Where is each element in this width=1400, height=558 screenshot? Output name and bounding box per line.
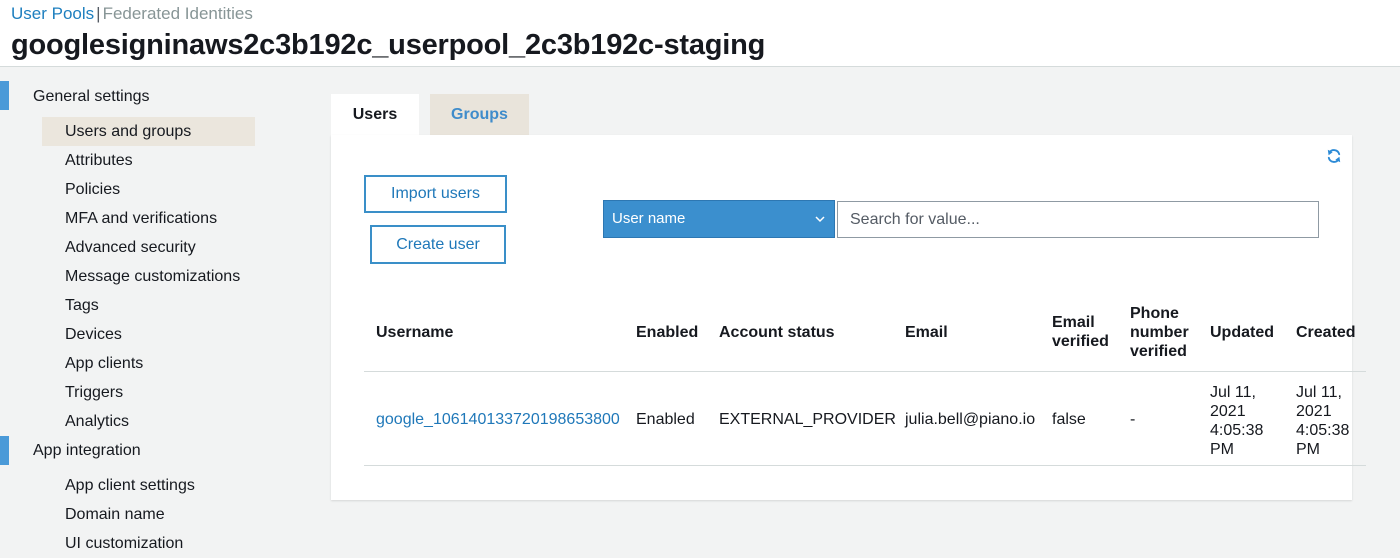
email-cell: julia.bell@piano.io: [905, 411, 1036, 428]
account-status-cell: EXTERNAL_PROVIDER: [719, 411, 896, 428]
column-header-updated[interactable]: Updated: [1210, 323, 1274, 342]
section-marker-app-integration: [0, 436, 9, 465]
breadcrumb-federated-identities[interactable]: Federated Identities: [103, 4, 253, 23]
phone-verified-cell: -: [1130, 411, 1136, 428]
create-user-button[interactable]: Create user: [370, 225, 506, 264]
sidebar-item-mfa-and-verifications[interactable]: MFA and verifications: [42, 204, 255, 233]
section-marker-general-settings: [0, 81, 9, 110]
filter-attribute-select[interactable]: User name: [603, 200, 835, 238]
import-users-button[interactable]: Import users: [364, 175, 507, 213]
sidebar-item-tags[interactable]: Tags: [42, 291, 255, 320]
table-header-divider: [364, 371, 1366, 372]
sidebar-item-analytics[interactable]: Analytics: [42, 407, 255, 436]
sidebar-item-app-clients[interactable]: App clients: [42, 349, 255, 378]
breadcrumb: User Pools | Federated Identities: [11, 4, 253, 24]
sidebar: General settings Users and groups Attrib…: [0, 66, 300, 552]
breadcrumb-user-pools[interactable]: User Pools: [11, 4, 94, 23]
sidebar-item-advanced-security[interactable]: Advanced security: [42, 233, 255, 262]
page-title: googlesigninaws2c3b192c_userpool_2c3b192…: [11, 29, 766, 61]
sidebar-item-devices[interactable]: Devices: [42, 320, 255, 349]
column-header-created[interactable]: Created: [1296, 323, 1356, 342]
created-cell: Jul 11, 2021 4:05:38 PM: [1296, 384, 1350, 458]
sidebar-item-message-customizations[interactable]: Message customizations: [42, 262, 255, 291]
sidebar-heading-app-integration[interactable]: App integration: [33, 442, 141, 460]
sidebar-item-users-and-groups[interactable]: Users and groups: [42, 117, 255, 146]
column-header-username[interactable]: Username: [376, 323, 453, 342]
tab-groups[interactable]: Groups: [430, 94, 529, 135]
column-header-email-verified[interactable]: Email verified: [1052, 313, 1118, 351]
sidebar-item-app-client-settings[interactable]: App client settings: [42, 471, 255, 500]
column-header-enabled[interactable]: Enabled: [636, 323, 698, 342]
sidebar-item-policies[interactable]: Policies: [42, 175, 255, 204]
column-header-account-status[interactable]: Account status: [719, 323, 835, 342]
column-header-phone-number-verified[interactable]: Phone number verified: [1130, 304, 1196, 361]
username-link[interactable]: google_106140133720198653800: [376, 410, 620, 429]
sidebar-item-domain-name[interactable]: Domain name: [42, 500, 255, 529]
table-row-divider: [364, 465, 1366, 466]
email-verified-cell: false: [1052, 411, 1086, 428]
chevron-down-icon: [815, 216, 825, 223]
sidebar-item-triggers[interactable]: Triggers: [42, 378, 255, 407]
enabled-cell: Enabled: [636, 411, 695, 428]
updated-cell: Jul 11, 2021 4:05:38 PM: [1210, 384, 1264, 458]
column-header-email[interactable]: Email: [905, 323, 948, 342]
refresh-icon[interactable]: [1326, 148, 1342, 164]
sidebar-item-attributes[interactable]: Attributes: [42, 146, 255, 175]
search-input[interactable]: [837, 201, 1319, 238]
breadcrumb-separator: |: [96, 4, 101, 23]
sidebar-item-ui-customization[interactable]: UI customization: [42, 529, 255, 558]
page-header: User Pools | Federated Identities googlesi…: [0, 0, 1400, 67]
tab-users[interactable]: Users: [331, 94, 419, 135]
sidebar-heading-general-settings[interactable]: General settings: [33, 88, 150, 106]
filter-attribute-value: User name: [612, 210, 686, 227]
